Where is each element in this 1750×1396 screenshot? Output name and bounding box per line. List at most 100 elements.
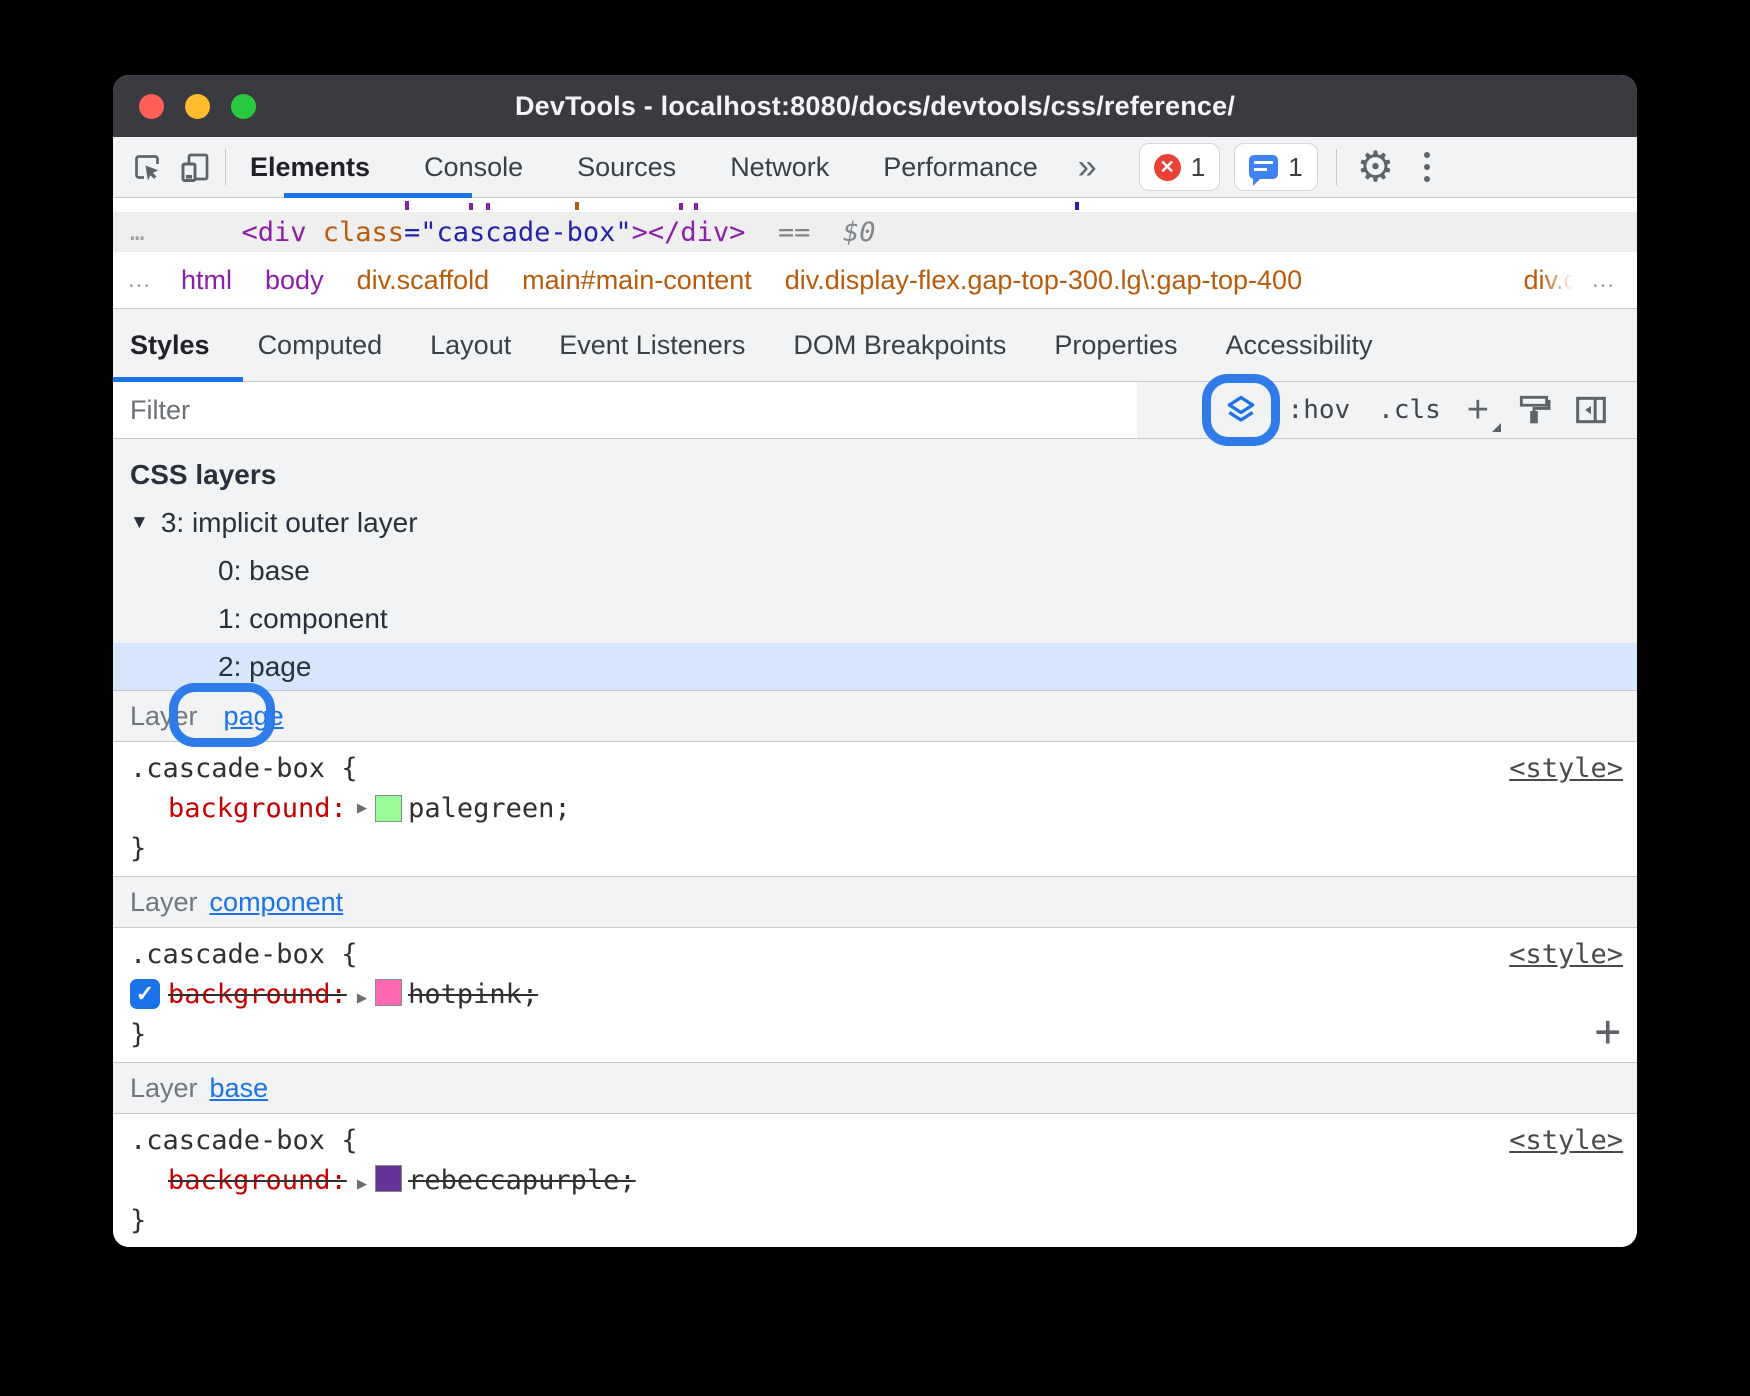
add-declaration-button[interactable]: + [1595,1010,1622,1054]
declaration-row[interactable]: ✓ background: ▶ hotpink; [113,974,1637,1014]
toolbar-divider [225,149,226,185]
layer-tree-item-base[interactable]: 0: base [113,547,1637,595]
css-property-value[interactable]: hotpink; [408,979,538,1010]
layer-tree-item-component[interactable]: 1: component [113,595,1637,643]
css-layers-title: CSS layers [113,451,1637,499]
breadcrumb-html[interactable]: html [181,265,232,296]
rule-block-component: .cascade-box { <style> ✓ background: ▶ hotp… [113,928,1637,1062]
breadcrumb-div-scaffold[interactable]: div.scaffold [357,265,490,296]
window-title: DevTools - localhost:8080/docs/devtools/… [113,91,1637,122]
color-swatch[interactable] [375,979,402,1006]
clipped-dom-text [113,198,1637,212]
breadcrumb-body[interactable]: body [265,265,324,296]
declaration-row[interactable]: background: ▶ rebeccapurple; [113,1160,1637,1200]
tab-accessibility[interactable]: Accessibility [1225,330,1372,361]
tab-styles[interactable]: Styles [130,330,210,361]
breadcrumb-truncated[interactable]: div.c [1523,265,1577,296]
breadcrumb-main-content[interactable]: main#main-content [522,265,752,296]
expand-shorthand-icon[interactable]: ▶ [357,1174,367,1194]
layer-link-page[interactable]: page [224,701,284,732]
breadcrumb-right-overflow[interactable]: … [1591,266,1617,294]
css-property-name[interactable]: background: [168,1165,347,1196]
declaration-row[interactable]: background: ▶ palegreen; [113,788,1637,828]
tab-computed[interactable]: Computed [258,330,383,361]
tab-properties[interactable]: Properties [1054,330,1177,361]
closing-brace: } [130,1019,146,1050]
error-icon: ✕ [1154,154,1181,181]
filter-input[interactable] [113,382,1137,438]
tab-console[interactable]: Console [424,152,523,183]
three-dot-menu-icon[interactable] [1424,152,1430,182]
tag-open[interactable]: <div [241,217,306,248]
layer-link-base[interactable]: base [210,1073,269,1104]
css-property-value[interactable]: palegreen; [408,793,571,824]
tab-elements[interactable]: Elements [250,152,370,183]
dom-more-button[interactable]: … [130,218,146,246]
sidebar-toggle-icon[interactable] [1565,390,1617,430]
dom-selected-element-row[interactable]: … <div class="cascade-box"></div> == $0 [113,212,1637,252]
more-tabs-chevron[interactable]: » [1078,148,1097,187]
selected-element-code: <div class="cascade-box"></div> == $0 [241,217,875,248]
toggle-element-state-button[interactable]: :hov [1278,395,1361,425]
title-bar: DevTools - localhost:8080/docs/devtools/… [113,75,1637,137]
styles-filter-bar: :hov .cls + [113,382,1637,439]
color-swatch[interactable] [375,1165,402,1192]
rule-selector[interactable]: .cascade-box { [130,753,358,784]
tree-expand-arrow-icon[interactable]: ▼ [130,512,149,534]
styles-tab-underline [113,377,243,382]
tab-network[interactable]: Network [730,152,829,183]
color-swatch[interactable] [375,795,402,822]
rule-block-page: .cascade-box { <style> background: ▶ paleg… [113,742,1637,876]
layer-tree-item-page[interactable]: 2: page [113,643,1637,691]
layer-label: Layer [130,887,198,918]
closing-brace: } [130,833,146,864]
rule-selector[interactable]: .cascade-box { [130,1125,358,1156]
elements-tab-underline [284,193,472,198]
breadcrumb-div-display-flex[interactable]: div.display-flex.gap-top-300.lg\:gap-top… [785,265,1302,296]
rule-selector[interactable]: .cascade-box { [130,939,358,970]
attr-value[interactable]: ="cascade-box" [404,217,632,248]
attr-name[interactable]: class [323,217,404,248]
rule-block-base: .cascade-box { <style> background: ▶ rebec… [113,1114,1637,1247]
layer-label: Layer [130,701,198,732]
error-count-badge[interactable]: ✕ 1 [1139,143,1220,191]
element-classes-button[interactable]: .cls [1368,395,1451,425]
tab-sources[interactable]: Sources [577,152,676,183]
breadcrumb: … html body div.scaffold main#main-conte… [113,252,1637,309]
expand-shorthand-icon[interactable]: ▶ [357,988,367,1008]
equals-sign: == [778,217,811,248]
layer-header-page: Layer page [113,690,1637,742]
new-style-rule-button[interactable]: + [1459,389,1497,432]
toolbar-divider-2 [1336,149,1337,185]
layer-link-component[interactable]: component [210,887,344,918]
css-property-value[interactable]: rebeccapurple; [408,1165,636,1196]
rendering-brush-icon[interactable] [1511,391,1557,429]
expand-shorthand-icon[interactable]: ▶ [357,798,367,818]
tab-performance[interactable]: Performance [883,152,1038,183]
css-property-name[interactable]: background: [168,793,347,824]
layer-root-label: 3: implicit outer layer [161,507,418,539]
breadcrumb-left-overflow[interactable]: … [127,266,153,294]
layer-header-base: Layer base [113,1062,1637,1114]
inspect-element-icon[interactable] [127,147,167,187]
style-source-link[interactable]: <style> [1509,753,1623,784]
layer-tree-root[interactable]: ▼ 3: implicit outer layer [113,499,1637,547]
sidebar-tab-strip: Styles Computed Layout Event Listeners D… [113,309,1637,382]
device-toolbar-icon[interactable] [175,147,215,187]
tab-layout[interactable]: Layout [430,330,511,361]
css-property-name[interactable]: background: [168,979,347,1010]
css-layers-panel: CSS layers ▼ 3: implicit outer layer 0: … [113,439,1637,690]
tab-dom-breakpoints[interactable]: DOM Breakpoints [793,330,1006,361]
tab-event-listeners[interactable]: Event Listeners [559,330,745,361]
style-source-link[interactable]: <style> [1509,1125,1623,1156]
settings-gear-icon[interactable]: ⚙ [1357,146,1395,188]
issues-count-badge[interactable]: 1 [1234,143,1317,191]
layer-label: Layer [130,1073,198,1104]
devtools-window: DevTools - localhost:8080/docs/devtools/… [113,75,1637,1247]
dollar-zero: $0 [843,217,876,248]
css-layers-toggle-button[interactable] [1212,384,1270,436]
tag-close[interactable]: ></div> [632,217,746,248]
declaration-checkbox[interactable]: ✓ [130,979,160,1009]
style-source-link[interactable]: <style> [1509,939,1623,970]
error-count: 1 [1191,152,1205,183]
